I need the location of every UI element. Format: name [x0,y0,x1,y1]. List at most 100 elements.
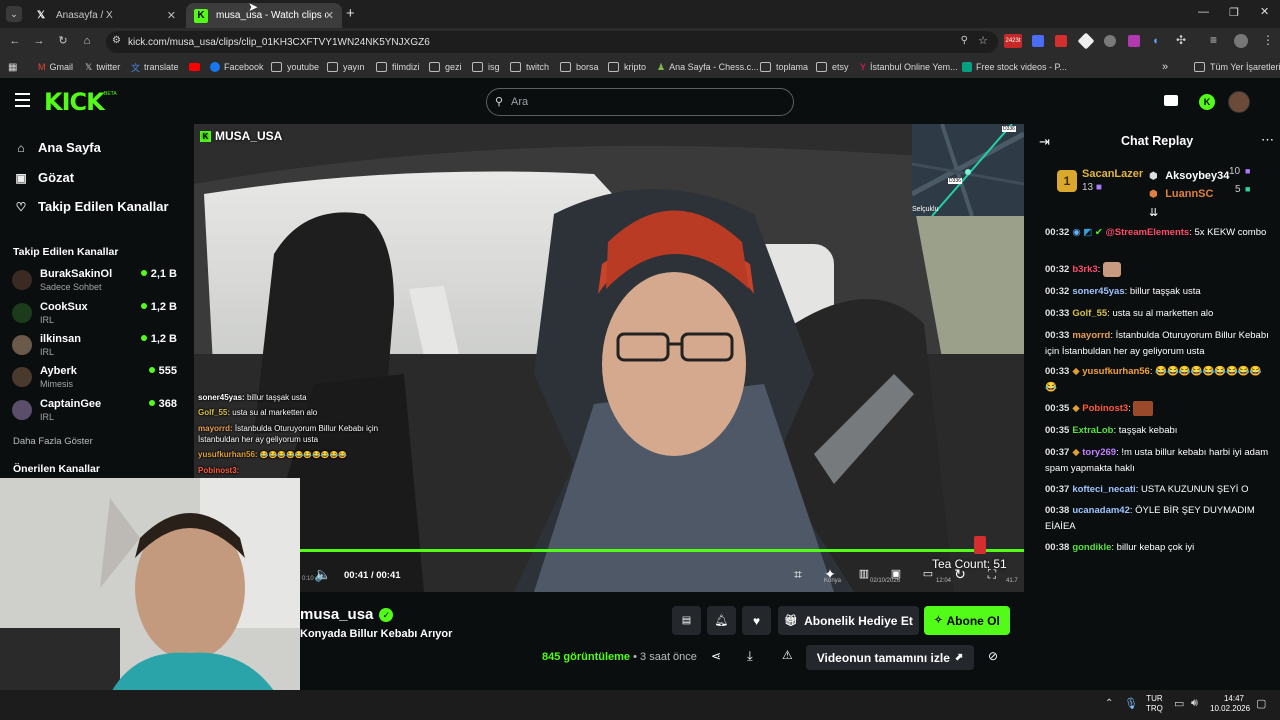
all-bookmarks[interactable]: Tüm Yer İşaretleri [1194,60,1280,74]
extensions-puzzle-icon[interactable]: ✣ [1176,33,1186,47]
notification-icon[interactable]: ▢ [1256,697,1266,710]
top-gifter-1[interactable]: 1 SacanLazer 13 ■ [1057,168,1157,202]
microphone-icon[interactable]: 🎙︎ [1124,697,1138,710]
extension-icon[interactable]: 2423t [1004,34,1022,48]
channel-category: Mimesis [40,379,73,389]
channel-item-buraksakinol[interactable]: BurakSakinOl Sadece Sohbet 2,1 B [12,268,177,298]
verified-badge-icon: ✔ [1094,227,1103,238]
bookmark-youtube[interactable] [189,60,200,74]
profile-avatar[interactable] [1234,34,1248,48]
share-clip-button[interactable]: ▤ [672,606,701,635]
bookmark-folder-toplama[interactable]: toplama [760,60,808,74]
close-tab-icon[interactable]: ✕ [167,9,176,22]
language-indicator[interactable]: TUR TRQ [1146,694,1163,714]
bookmark-gmail[interactable]: M Gmail [38,60,73,74]
search-box[interactable]: ⚲ Ara [486,88,794,116]
download-icon[interactable]: ⤓ [747,648,753,664]
close-window-icon[interactable]: ✕ [1260,5,1269,18]
channel-name: CookSux [40,301,88,313]
new-tab-button[interactable]: + [346,5,355,22]
back-icon[interactable]: ← [8,34,22,48]
address-bar[interactable]: ⚙ kick.com/musa_usa/clips/clip_01KH3CXFT… [106,31,998,53]
nav-following[interactable]: ♡ Takip Edilen Kanallar [14,199,169,214]
channel-item-captaingee[interactable]: CaptainGee IRL 368 [12,398,177,428]
zoom-icon[interactable]: ⚲ [961,35,968,46]
channel-item-ilkinsan[interactable]: ilkinsan IRL 1,2 B [12,333,177,363]
volume-tray-icon[interactable]: 🔊︎ [1191,697,1198,710]
chevron-up-icon[interactable]: ⌃ [1105,698,1113,709]
reading-list-icon[interactable]: ≡ [1210,33,1217,47]
channel-item-cooksux[interactable]: CookSux IRL 1,2 B [12,301,177,331]
forward-icon[interactable]: → [32,34,46,48]
bookmark-stock-videos[interactable]: Free stock videos - P... [962,60,1067,74]
bookmark-twitter[interactable]: 𝕏twitter [85,60,120,74]
bookmark-folder-twitch[interactable]: twitch [510,60,549,74]
bookmark-folder-isg[interactable]: isg [472,60,500,74]
watch-full-video-button[interactable]: Videonun tamamını izle ⬈ [806,645,974,670]
bookmark-folder-kripto[interactable]: kripto [608,60,646,74]
tab-kick-clip[interactable]: K musa_usa - Watch clips on Kick ✕ [186,3,342,28]
viewer-count: 368 [148,398,177,410]
bookmark-chess[interactable]: ♟ Ana Sayfa - Chess.c... [657,60,759,74]
extension-icon[interactable]: ◖ [1152,35,1164,47]
extension-icon[interactable] [1104,35,1116,47]
report-icon[interactable]: ⚠ [782,648,793,662]
kick-extension-icon[interactable] [1164,95,1178,106]
follow-heart-button[interactable]: ♥ [742,606,771,635]
gift-subscription-button[interactable]: 🎁︎ Abonelik Hediye Et [778,606,919,635]
kick-header: KICK BETA ⚲ Ara K [0,78,1280,124]
top-gifter-3[interactable]: ⬢ LuannSC 5 ■ [1149,184,1259,200]
clock[interactable]: 14:47 10.02.2026 [1210,694,1250,714]
crop-clip-icon[interactable]: ⌗ [790,566,806,582]
progress-bar-track[interactable] [300,549,1024,552]
hamburger-menu-icon[interactable] [15,93,30,107]
hide-icon[interactable]: ⊘ [988,649,998,663]
channel-item-ayberk[interactable]: Ayberk Mimesis 555 [12,365,177,395]
share-icon[interactable]: ⋖ [711,649,721,663]
bookmark-folder-borsa[interactable]: borsa [560,60,599,74]
kick-coin-icon[interactable]: K [1199,94,1215,110]
user-avatar[interactable] [1228,91,1250,113]
reload-icon[interactable]: ↻ [56,34,70,48]
network-icon[interactable]: ▭ [1174,697,1184,710]
nav-browse[interactable]: ▣ Gözat [14,170,74,185]
site-info-icon[interactable]: ⚙ [112,35,121,46]
progress-handle[interactable] [974,536,986,554]
browser-menu-icon[interactable]: ⋮ [1262,33,1274,47]
collapse-chat-icon[interactable]: ⇥ [1039,134,1050,150]
bookmark-yemeksepeti[interactable]: Y İstanbul Online Yem... [860,60,958,74]
bookmark-star-icon[interactable]: ☆ [978,34,988,47]
video-player[interactable]: D336 D336 Selçuklu K MUSA_USA soner45yas… [194,124,1024,592]
bookmark-facebook[interactable]: Facebook [210,60,264,74]
show-more-link[interactable]: Daha Fazla Göster [13,436,93,447]
chat-menu-icon[interactable]: ⋯ [1261,132,1274,148]
tab-title: Anasayfa / X [56,10,113,21]
bookmark-folder-yayin[interactable]: yayın [327,60,365,74]
extension-icon[interactable] [1128,35,1140,47]
bookmark-folder-filmdizi[interactable]: filmdizi [376,60,420,74]
apps-grid-icon[interactable]: ▦ [8,60,17,74]
top-gifter-2[interactable]: ⬢ Aksoybey34 10 ■ [1149,166,1259,182]
bookmark-folder-gezi[interactable]: gezi [429,60,462,74]
nav-home[interactable]: ⌂ Ana Sayfa [14,140,101,155]
extension-icon[interactable] [1032,35,1044,47]
extension-icon[interactable] [1055,35,1067,47]
tab-twitter[interactable]: 𝕏 Anasayfa / X ✕ [26,3,184,28]
tab-search-button[interactable]: ⌄ [6,6,22,22]
home-browser-icon[interactable]: ⌂ [80,34,94,48]
subscribe-button[interactable]: ✧ Abone Ol [924,606,1010,635]
webcam-person-picture [0,478,300,720]
maximize-icon[interactable]: ❐ [1229,6,1239,19]
folder-icon [271,62,282,72]
notification-bell-button[interactable]: 🔔︎ [707,606,736,635]
volume-icon[interactable]: 🔈 [314,566,331,582]
close-tab-icon[interactable]: ✕ [325,9,334,22]
bookmarks-overflow-chevron[interactable]: » [1162,60,1168,74]
bookmark-folder-youtube[interactable]: youtube [271,60,319,74]
bookmark-translate[interactable]: 文 translate [131,60,179,74]
live-dot-icon [148,367,155,373]
bookmark-folder-etsy[interactable]: etsy [816,60,849,74]
kick-logo[interactable]: KICK [44,88,105,116]
minimize-icon[interactable]: — [1198,6,1209,18]
expand-gifters-icon[interactable]: ⇊ [1149,206,1158,219]
